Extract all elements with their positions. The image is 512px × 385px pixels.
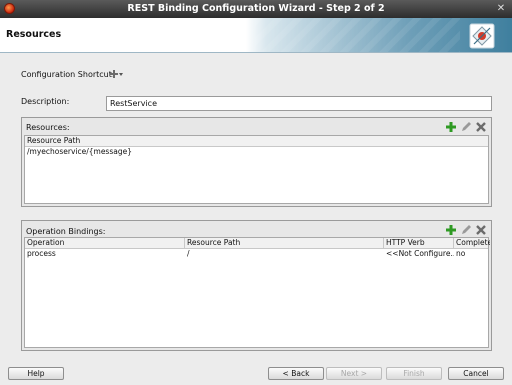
operation-bindings-title: Operation Bindings: <box>26 227 106 236</box>
help-button[interactable]: Help <box>8 367 64 380</box>
cancel-button[interactable]: Cancel <box>448 367 504 380</box>
configuration-shortcut-label: Configuration Shortcut: <box>21 70 115 79</box>
banner-decoration <box>255 18 460 52</box>
back-button[interactable]: < Back <box>268 367 324 380</box>
close-icon[interactable]: ✕ <box>495 3 507 15</box>
next-button[interactable]: Next > <box>326 367 382 380</box>
resources-table: Resource Path /myechoservice/{message} <box>24 135 489 204</box>
edit-resource-icon[interactable] <box>460 121 472 133</box>
delete-operation-icon[interactable] <box>475 224 487 236</box>
window-title: REST Binding Configuration Wizard - Step… <box>127 3 385 14</box>
table-cell: /myechoservice/{message} <box>27 147 132 156</box>
table-row[interactable]: /myechoservice/{message} <box>25 147 488 157</box>
wizard-logo-icon <box>469 23 495 49</box>
operation-bindings-table: Operation Resource Path HTTP Verb Comple… <box>24 237 490 348</box>
column-header-operation[interactable]: Operation <box>25 238 185 248</box>
add-operation-icon[interactable] <box>445 224 457 236</box>
column-header-resource-path[interactable]: Resource Path <box>185 238 384 248</box>
configuration-shortcut-icon[interactable] <box>108 69 124 79</box>
description-field[interactable]: RestService <box>106 96 492 111</box>
table-row[interactable]: process / <<Not Configure... no <box>25 249 488 259</box>
finish-button[interactable]: Finish <box>386 367 442 380</box>
delete-resource-icon[interactable] <box>475 121 487 133</box>
app-icon <box>4 3 15 14</box>
table-cell-complete: no <box>456 249 466 258</box>
table-cell-resource-path: / <box>187 249 190 258</box>
window-titlebar: REST Binding Configuration Wizard - Step… <box>0 0 512 18</box>
column-header-complete[interactable]: Complete <box>454 238 490 248</box>
edit-operation-icon[interactable] <box>460 224 472 236</box>
description-label: Description: <box>21 97 70 106</box>
column-header[interactable]: Resource Path <box>25 136 490 146</box>
page-title: Resources <box>6 29 62 40</box>
wizard-banner: Resources <box>0 18 512 53</box>
resources-panel: Resources: Resource Path /myechoservice/… <box>21 117 492 207</box>
resources-title: Resources: <box>26 123 70 132</box>
table-cell-http-verb: <<Not Configure... <box>386 249 454 258</box>
table-cell-operation: process <box>27 249 56 258</box>
table-header: Resource Path <box>25 136 488 147</box>
column-header-http-verb[interactable]: HTTP Verb <box>384 238 454 248</box>
operation-bindings-panel: Operation Bindings: Operation Resource P… <box>21 220 492 351</box>
add-resource-icon[interactable] <box>445 121 457 133</box>
table-header: Operation Resource Path HTTP Verb Comple… <box>25 238 490 249</box>
